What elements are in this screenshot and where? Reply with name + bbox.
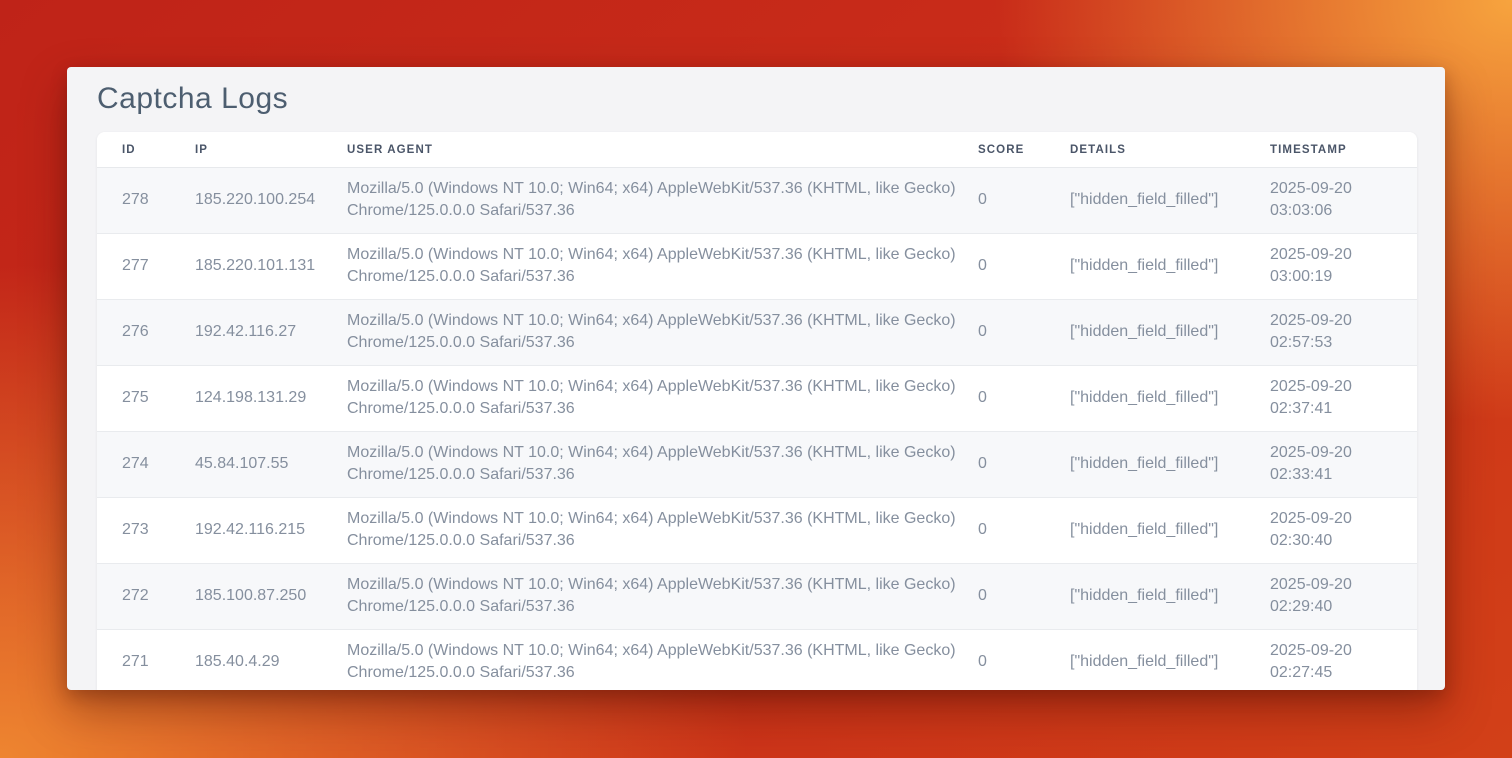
cell-details: ["hidden_field_filled"] bbox=[1070, 366, 1270, 432]
cell-details: ["hidden_field_filled"] bbox=[1070, 300, 1270, 366]
cell-id: 274 bbox=[97, 432, 195, 498]
cell-timestamp: 2025-09-20 03:03:06 bbox=[1270, 168, 1417, 234]
cell-user_agent: Mozilla/5.0 (Windows NT 10.0; Win64; x64… bbox=[347, 498, 978, 564]
table-row: 273192.42.116.215Mozilla/5.0 (Windows NT… bbox=[97, 498, 1417, 564]
cell-score: 0 bbox=[978, 234, 1070, 300]
cell-timestamp: 2025-09-20 02:33:41 bbox=[1270, 432, 1417, 498]
cell-timestamp: 2025-09-20 02:27:45 bbox=[1270, 630, 1417, 691]
cell-id: 276 bbox=[97, 300, 195, 366]
cell-ip: 185.220.100.254 bbox=[195, 168, 347, 234]
column-header-user_agent: USER AGENT bbox=[347, 132, 978, 168]
table-header-row: IDIPUSER AGENTSCOREDETAILSTIMESTAMP bbox=[97, 132, 1417, 168]
cell-id: 271 bbox=[97, 630, 195, 691]
cell-score: 0 bbox=[978, 168, 1070, 234]
cell-ip: 185.100.87.250 bbox=[195, 564, 347, 630]
table-row: 278185.220.100.254Mozilla/5.0 (Windows N… bbox=[97, 168, 1417, 234]
table-row: 275124.198.131.29Mozilla/5.0 (Windows NT… bbox=[97, 366, 1417, 432]
cell-id: 278 bbox=[97, 168, 195, 234]
cell-ip: 185.40.4.29 bbox=[195, 630, 347, 691]
cell-user_agent: Mozilla/5.0 (Windows NT 10.0; Win64; x64… bbox=[347, 234, 978, 300]
cell-id: 272 bbox=[97, 564, 195, 630]
cell-score: 0 bbox=[978, 630, 1070, 691]
page-title: Captcha Logs bbox=[97, 82, 1415, 116]
cell-timestamp: 2025-09-20 02:37:41 bbox=[1270, 366, 1417, 432]
cell-user_agent: Mozilla/5.0 (Windows NT 10.0; Win64; x64… bbox=[347, 630, 978, 691]
cell-timestamp: 2025-09-20 02:57:53 bbox=[1270, 300, 1417, 366]
cell-details: ["hidden_field_filled"] bbox=[1070, 432, 1270, 498]
cell-timestamp: 2025-09-20 02:30:40 bbox=[1270, 498, 1417, 564]
column-header-score: SCORE bbox=[978, 132, 1070, 168]
column-header-id: ID bbox=[97, 132, 195, 168]
captcha-logs-card: Captcha Logs IDIPUSER AGENTSCOREDETAILST… bbox=[67, 67, 1445, 690]
cell-user_agent: Mozilla/5.0 (Windows NT 10.0; Win64; x64… bbox=[347, 366, 978, 432]
captcha-logs-table-container: IDIPUSER AGENTSCOREDETAILSTIMESTAMP 2781… bbox=[97, 132, 1417, 690]
cell-timestamp: 2025-09-20 03:00:19 bbox=[1270, 234, 1417, 300]
cell-id: 277 bbox=[97, 234, 195, 300]
cell-details: ["hidden_field_filled"] bbox=[1070, 498, 1270, 564]
cell-user_agent: Mozilla/5.0 (Windows NT 10.0; Win64; x64… bbox=[347, 168, 978, 234]
cell-details: ["hidden_field_filled"] bbox=[1070, 564, 1270, 630]
cell-ip: 192.42.116.27 bbox=[195, 300, 347, 366]
table-row: 277185.220.101.131Mozilla/5.0 (Windows N… bbox=[97, 234, 1417, 300]
cell-id: 275 bbox=[97, 366, 195, 432]
cell-ip: 192.42.116.215 bbox=[195, 498, 347, 564]
cell-score: 0 bbox=[978, 432, 1070, 498]
captcha-logs-table: IDIPUSER AGENTSCOREDETAILSTIMESTAMP 2781… bbox=[97, 132, 1417, 690]
column-header-details: DETAILS bbox=[1070, 132, 1270, 168]
cell-details: ["hidden_field_filled"] bbox=[1070, 234, 1270, 300]
table-row: 276192.42.116.27Mozilla/5.0 (Windows NT … bbox=[97, 300, 1417, 366]
cell-id: 273 bbox=[97, 498, 195, 564]
cell-user_agent: Mozilla/5.0 (Windows NT 10.0; Win64; x64… bbox=[347, 300, 978, 366]
cell-user_agent: Mozilla/5.0 (Windows NT 10.0; Win64; x64… bbox=[347, 432, 978, 498]
cell-details: ["hidden_field_filled"] bbox=[1070, 630, 1270, 691]
cell-score: 0 bbox=[978, 498, 1070, 564]
table-row: 272185.100.87.250Mozilla/5.0 (Windows NT… bbox=[97, 564, 1417, 630]
table-row: 271185.40.4.29Mozilla/5.0 (Windows NT 10… bbox=[97, 630, 1417, 691]
column-header-timestamp: TIMESTAMP bbox=[1270, 132, 1417, 168]
cell-ip: 185.220.101.131 bbox=[195, 234, 347, 300]
cell-ip: 45.84.107.55 bbox=[195, 432, 347, 498]
column-header-ip: IP bbox=[195, 132, 347, 168]
cell-details: ["hidden_field_filled"] bbox=[1070, 168, 1270, 234]
cell-ip: 124.198.131.29 bbox=[195, 366, 347, 432]
cell-score: 0 bbox=[978, 564, 1070, 630]
cell-user_agent: Mozilla/5.0 (Windows NT 10.0; Win64; x64… bbox=[347, 564, 978, 630]
cell-score: 0 bbox=[978, 300, 1070, 366]
cell-timestamp: 2025-09-20 02:29:40 bbox=[1270, 564, 1417, 630]
table-row: 27445.84.107.55Mozilla/5.0 (Windows NT 1… bbox=[97, 432, 1417, 498]
cell-score: 0 bbox=[978, 366, 1070, 432]
